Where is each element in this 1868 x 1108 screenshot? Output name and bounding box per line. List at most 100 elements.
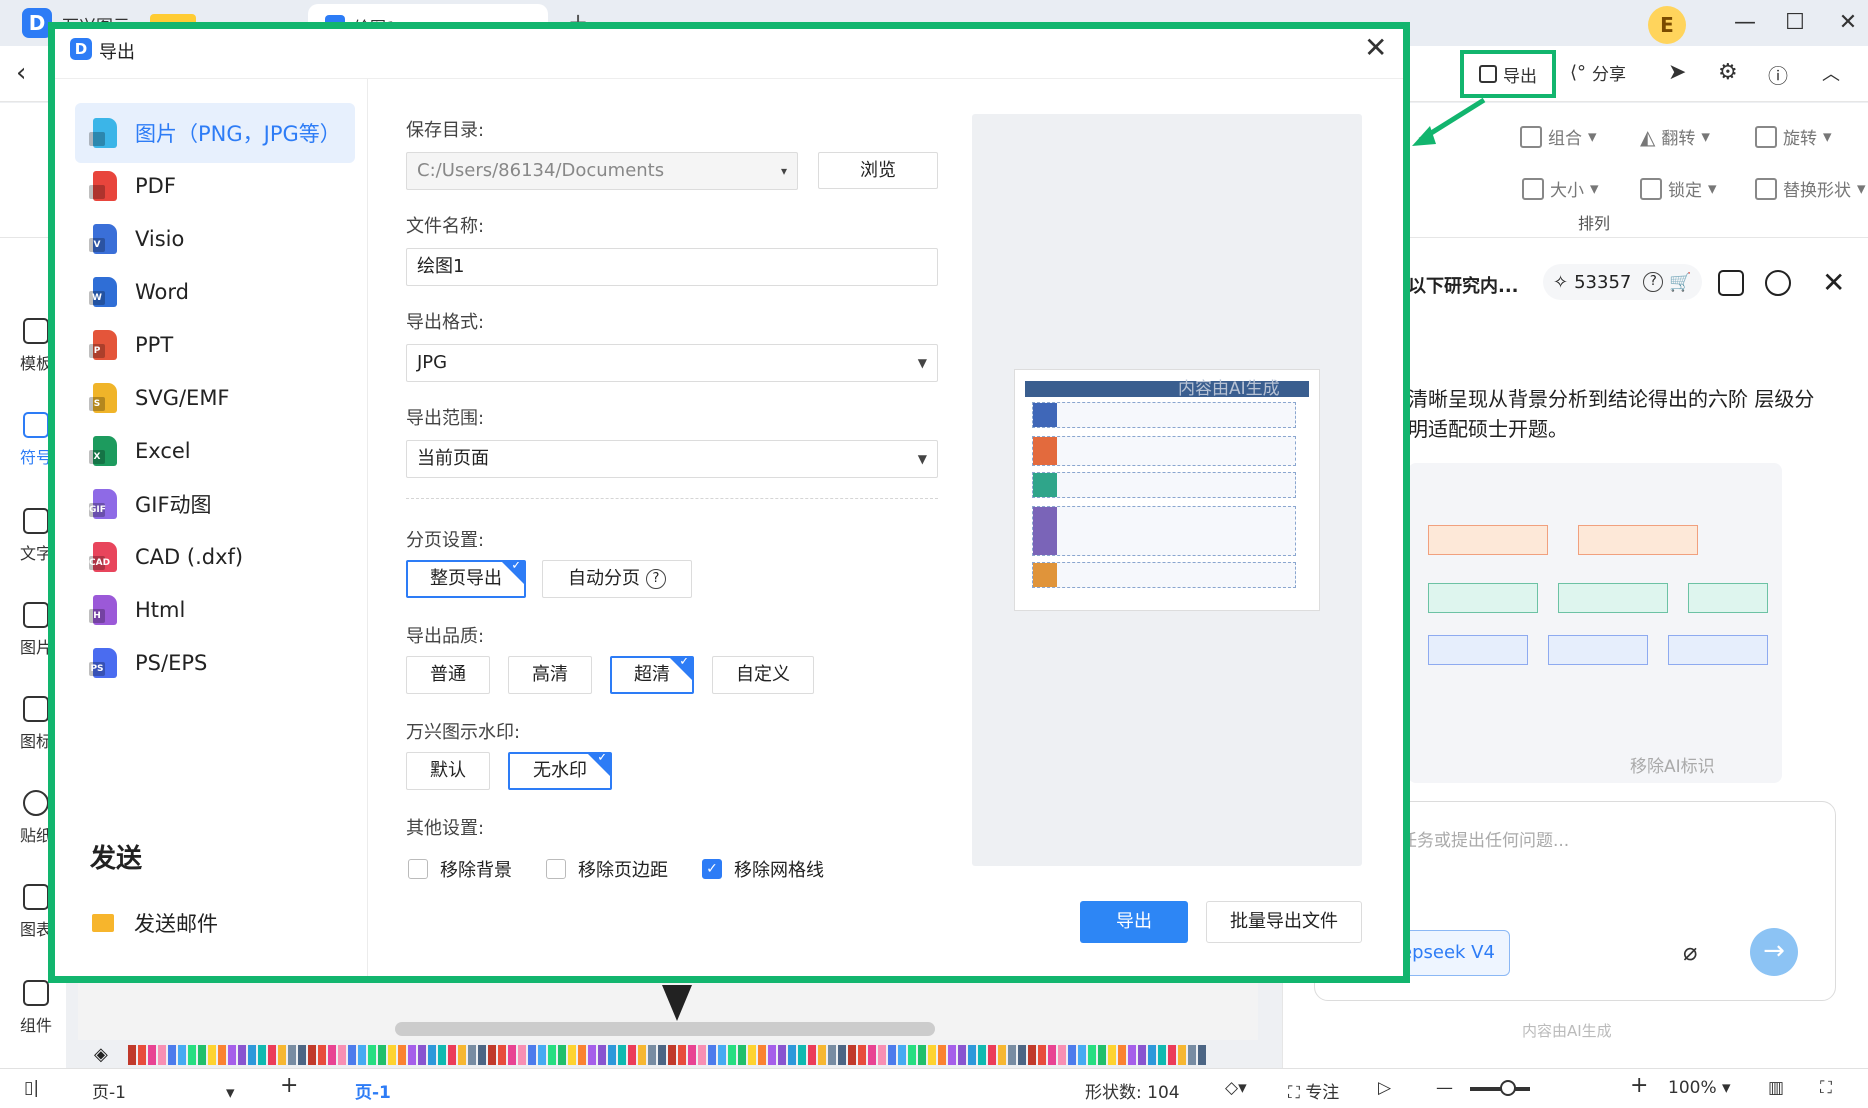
flip-button[interactable]: ◭ 翻转 ▾ — [1640, 124, 1710, 150]
color-swatch[interactable] — [998, 1045, 1006, 1065]
color-swatch[interactable] — [208, 1045, 216, 1065]
paging-whole-page[interactable]: 整页导出 ✓ — [406, 560, 526, 598]
color-swatch[interactable] — [698, 1045, 706, 1065]
color-swatch[interactable] — [1018, 1045, 1026, 1065]
color-swatch[interactable] — [1188, 1045, 1196, 1065]
ai-generated-diagram[interactable] — [1408, 463, 1782, 783]
size-button[interactable]: 大小 ▾ — [1522, 176, 1599, 201]
color-swatch[interactable] — [308, 1045, 316, 1065]
color-swatch[interactable] — [318, 1045, 326, 1065]
share-button[interactable]: ⟨° 分享 — [1570, 60, 1626, 85]
quality-hd[interactable]: 高清 — [508, 656, 592, 694]
browse-button[interactable]: 浏览 — [818, 152, 938, 189]
color-swatch[interactable] — [1168, 1045, 1176, 1065]
color-swatch[interactable] — [598, 1045, 606, 1065]
color-swatch[interactable] — [148, 1045, 156, 1065]
color-swatch[interactable] — [238, 1045, 246, 1065]
remove-grid-checkbox[interactable]: ✓ 移除网格线 — [702, 856, 824, 882]
zoom-out-button[interactable]: — — [1436, 1078, 1453, 1098]
color-swatch[interactable] — [478, 1045, 486, 1065]
export-confirm-button[interactable]: 导出 — [1080, 901, 1188, 943]
color-swatch[interactable] — [128, 1045, 136, 1065]
range-select[interactable]: 当前页面 ▼ — [406, 440, 938, 478]
color-swatch[interactable] — [668, 1045, 676, 1065]
color-swatch[interactable] — [988, 1045, 996, 1065]
color-swatch[interactable] — [1078, 1045, 1086, 1065]
color-swatch[interactable] — [718, 1045, 726, 1065]
color-swatch[interactable] — [928, 1045, 936, 1065]
new-chat-icon[interactable] — [1718, 270, 1744, 296]
color-swatch[interactable] — [618, 1045, 626, 1065]
color-swatch[interactable] — [1138, 1045, 1146, 1065]
color-swatch[interactable] — [328, 1045, 336, 1065]
dialog-close-button[interactable]: ✕ — [1364, 34, 1387, 62]
play-icon[interactable]: ▷ — [1378, 1078, 1391, 1098]
color-swatch[interactable] — [728, 1045, 736, 1065]
paperclip-icon[interactable]: ⌀ — [1683, 938, 1697, 966]
layers-icon[interactable]: ◇▾ — [1225, 1078, 1247, 1098]
color-swatch[interactable] — [738, 1045, 746, 1065]
color-swatch[interactable] — [178, 1045, 186, 1065]
color-swatch[interactable] — [778, 1045, 786, 1065]
paging-auto[interactable]: 自动分页? — [542, 560, 692, 598]
color-swatch[interactable] — [678, 1045, 686, 1065]
format-html[interactable]: H Html — [75, 580, 355, 640]
color-swatch[interactable] — [518, 1045, 526, 1065]
color-swatch[interactable] — [298, 1045, 306, 1065]
user-avatar[interactable]: E — [1648, 6, 1686, 44]
color-swatch[interactable] — [458, 1045, 466, 1065]
color-swatch[interactable] — [1118, 1045, 1126, 1065]
color-swatch[interactable] — [808, 1045, 816, 1065]
format-ps-eps[interactable]: PS PS/EPS — [75, 633, 355, 693]
color-swatch[interactable] — [338, 1045, 346, 1065]
help-icon[interactable]: ⓘ — [1768, 60, 1788, 89]
color-swatch[interactable] — [588, 1045, 596, 1065]
close-window-button[interactable]: ✕ — [1828, 8, 1868, 38]
credits-help-icon[interactable]: ? — [1643, 272, 1664, 292]
group-button[interactable]: 组合 ▾ — [1520, 124, 1597, 149]
color-swatch[interactable] — [748, 1045, 756, 1065]
zoom-slider-handle[interactable] — [1500, 1080, 1516, 1096]
collapse-icon[interactable]: ︿ — [1822, 60, 1840, 86]
color-swatch[interactable] — [248, 1045, 256, 1065]
color-swatch[interactable] — [448, 1045, 456, 1065]
format-cad[interactable]: CAD CAD (.dxf) — [75, 527, 355, 587]
color-swatch[interactable] — [358, 1045, 366, 1065]
color-swatch[interactable] — [828, 1045, 836, 1065]
color-swatch[interactable] — [1198, 1045, 1206, 1065]
color-swatch[interactable] — [288, 1045, 296, 1065]
color-swatch[interactable] — [408, 1045, 416, 1065]
color-swatch[interactable] — [918, 1045, 926, 1065]
color-swatch[interactable] — [508, 1045, 516, 1065]
format-image[interactable]: 图片（PNG，JPG等） — [75, 103, 355, 163]
color-swatch[interactable] — [368, 1045, 376, 1065]
send-mail-item[interactable]: 发送邮件 — [92, 908, 218, 938]
format-pdf[interactable]: PDF — [75, 156, 355, 216]
rail-component[interactable]: 组件 — [14, 980, 58, 1036]
color-swatch[interactable] — [498, 1045, 506, 1065]
color-swatch[interactable] — [818, 1045, 826, 1065]
color-swatch[interactable] — [278, 1045, 286, 1065]
color-swatch[interactable] — [708, 1045, 716, 1065]
color-swatch[interactable] — [488, 1045, 496, 1065]
color-swatch[interactable] — [1038, 1045, 1046, 1065]
color-swatch[interactable] — [1178, 1045, 1186, 1065]
color-swatch[interactable] — [398, 1045, 406, 1065]
format-word[interactable]: W Word — [75, 262, 355, 322]
quality-uhd[interactable]: 超清 ✓ — [610, 656, 694, 694]
horizontal-scrollbar[interactable] — [395, 1022, 935, 1036]
color-swatch[interactable] — [978, 1045, 986, 1065]
color-swatch[interactable] — [158, 1045, 166, 1065]
color-swatch[interactable] — [968, 1045, 976, 1065]
book-icon[interactable]: ▥ — [1768, 1078, 1784, 1098]
color-swatch[interactable] — [688, 1045, 696, 1065]
batch-export-button[interactable]: 批量导出文件 — [1206, 901, 1362, 943]
format-select[interactable]: JPG ▼ — [406, 344, 938, 382]
zoom-in-button[interactable]: + — [1630, 1073, 1648, 1098]
focus-button[interactable]: ⛶ 专注 — [1288, 1078, 1339, 1103]
color-swatch[interactable] — [1098, 1045, 1106, 1065]
color-swatch[interactable] — [758, 1045, 766, 1065]
fit-screen-icon[interactable]: ⛶ — [1820, 1078, 1832, 1098]
color-swatch[interactable] — [418, 1045, 426, 1065]
color-swatch[interactable] — [798, 1045, 806, 1065]
